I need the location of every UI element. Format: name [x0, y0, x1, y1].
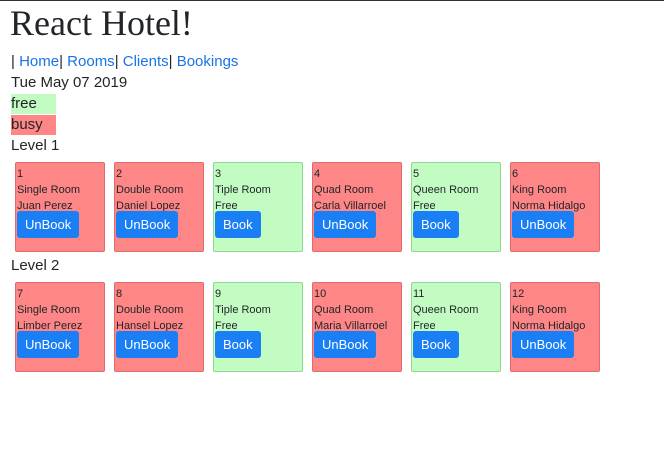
- room-number: 1: [17, 168, 24, 180]
- room-number: 5: [413, 168, 420, 180]
- room-card: 6 King Room Norma Hidalgo UnBook: [510, 162, 600, 252]
- room-card: 7 Single Room Limber Perez UnBook: [15, 282, 105, 372]
- level-label: Level 2: [11, 257, 60, 274]
- page: React Hotel! | Home| Rooms| Clients| Boo…: [0, 0, 664, 464]
- room-number: 6: [512, 168, 519, 180]
- book-button[interactable]: Book: [413, 331, 459, 358]
- room-card: 9 Tiple Room Free Book: [213, 282, 303, 372]
- room-number: 4: [314, 168, 321, 180]
- room-card: 2 Double Room Daniel Lopez UnBook: [114, 162, 204, 252]
- room-type: Tiple Room: [215, 304, 271, 316]
- room-type: Queen Room: [413, 304, 479, 316]
- unbook-button[interactable]: UnBook: [17, 211, 80, 238]
- nav-separator: |: [114, 53, 119, 70]
- room-card: 10 Quad Room Maria Villarroel UnBook: [312, 282, 402, 372]
- room-number: 8: [116, 288, 123, 300]
- nav-link-rooms[interactable]: Rooms: [67, 53, 115, 70]
- legend-free: free: [11, 94, 56, 114]
- room-type: Queen Room: [413, 184, 479, 196]
- nav-link-home[interactable]: Home: [19, 53, 59, 70]
- room-card: 11 Queen Room Free Book: [411, 282, 501, 372]
- unbook-button[interactable]: UnBook: [314, 211, 377, 238]
- page-title: React Hotel!: [10, 3, 193, 43]
- unbook-button[interactable]: UnBook: [512, 211, 575, 238]
- room-number: 2: [116, 168, 123, 180]
- room-type: Quad Room: [314, 304, 374, 316]
- room-number: 12: [512, 288, 525, 300]
- room-type: Quad Room: [314, 184, 374, 196]
- room-type: King Room: [512, 304, 567, 316]
- room-card: 5 Queen Room Free Book: [411, 162, 501, 252]
- room-type: Tiple Room: [215, 184, 271, 196]
- room-number: 7: [17, 288, 24, 300]
- room-type: Single Room: [17, 184, 80, 196]
- nav-separator: |: [168, 53, 173, 70]
- room-row: 7 Single Room Limber Perez UnBook 8 Double Ro…: [15, 282, 600, 372]
- unbook-button[interactable]: UnBook: [512, 331, 575, 358]
- room-number: 10: [314, 288, 327, 300]
- unbook-button[interactable]: UnBook: [116, 331, 179, 358]
- room-type: King Room: [512, 184, 567, 196]
- room-card: 4 Quad Room Carla Villarroel UnBook: [312, 162, 402, 252]
- book-button[interactable]: Book: [215, 211, 261, 238]
- room-row: 1 Single Room Juan Perez UnBook 2 Double Room…: [15, 162, 600, 252]
- nav-separator: |: [59, 53, 63, 70]
- room-card: 12 King Room Norma Hidalgo UnBook: [510, 282, 600, 372]
- room-card: 3 Tiple Room Free Book: [213, 162, 303, 252]
- nav-link-bookings[interactable]: Bookings: [177, 53, 239, 70]
- room-card: 1 Single Room Juan Perez UnBook: [15, 162, 105, 252]
- book-button[interactable]: Book: [215, 331, 261, 358]
- level-label: Level 1: [11, 137, 60, 154]
- nav-link-clients[interactable]: Clients: [123, 53, 169, 70]
- unbook-button[interactable]: UnBook: [314, 331, 377, 358]
- room-number: 11: [413, 288, 425, 300]
- room-number: 9: [215, 288, 222, 300]
- room-type: Single Room: [17, 304, 80, 316]
- current-date: Tue May 07 2019: [11, 74, 128, 91]
- unbook-button[interactable]: UnBook: [116, 211, 179, 238]
- nav-separator: |: [11, 53, 15, 70]
- room-number: 3: [215, 168, 222, 180]
- legend-busy: busy: [11, 115, 56, 135]
- book-button[interactable]: Book: [413, 211, 459, 238]
- room-card: 8 Double Room Hansel Lopez UnBook: [114, 282, 204, 372]
- room-type: Double Room: [116, 184, 184, 196]
- nav-bar: | Home| Rooms| Clients| Bookings: [11, 52, 238, 72]
- unbook-button[interactable]: UnBook: [17, 331, 80, 358]
- room-type: Double Room: [116, 304, 184, 316]
